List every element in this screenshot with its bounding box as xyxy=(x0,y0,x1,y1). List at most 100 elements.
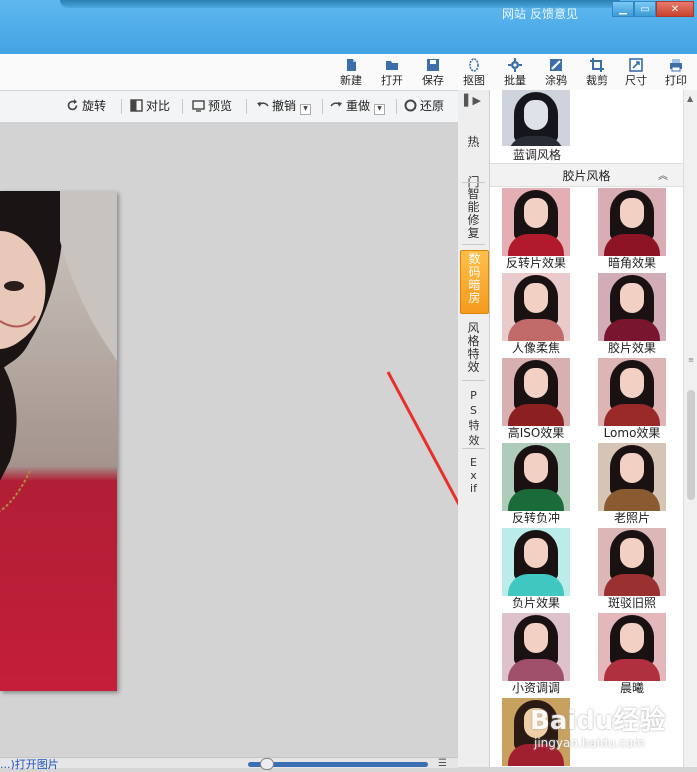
maximize-button[interactable]: ▭ xyxy=(634,1,656,17)
crop-button[interactable]: 裁剪 xyxy=(580,56,614,88)
restore-button[interactable]: 还原 xyxy=(404,98,444,115)
tab-style-effects[interactable]: 风格特效 xyxy=(460,322,487,376)
tab-hot[interactable]: 热门 xyxy=(460,120,487,189)
thumb-shirt xyxy=(604,659,660,681)
doodle-button[interactable]: 涂鸦 xyxy=(539,56,573,88)
cutout-button[interactable]: 抠图 xyxy=(457,56,491,88)
zoom-slider[interactable] xyxy=(248,762,428,767)
batch-label: 批量 xyxy=(504,74,526,87)
separator xyxy=(182,99,183,114)
compare-button[interactable]: 对比 xyxy=(130,98,170,115)
thumb-face xyxy=(524,283,548,313)
crop-icon xyxy=(590,58,604,72)
effect-thumb[interactable] xyxy=(598,358,666,426)
save-button[interactable]: 保存 xyxy=(416,56,450,88)
batch-gear-icon xyxy=(508,58,522,72)
effect-label: 老照片 xyxy=(613,511,650,525)
thumb-shirt xyxy=(604,574,660,596)
effect-label: 胶片效果 xyxy=(607,341,656,355)
preview-button[interactable]: 预览 xyxy=(192,98,232,115)
effect-thumb[interactable] xyxy=(598,273,666,341)
scroll-up-icon[interactable]: ▲ xyxy=(687,94,693,103)
open-label: 打开 xyxy=(381,74,403,87)
thumb-face xyxy=(524,198,548,228)
thumb-face xyxy=(620,453,644,483)
redo-button[interactable]: 重做 ▼ xyxy=(330,98,386,115)
tab-style-effects-label: 风格特效 xyxy=(467,321,480,374)
effect-thumb[interactable] xyxy=(502,188,570,256)
effect-thumb[interactable] xyxy=(598,188,666,256)
thumb-shirt xyxy=(604,404,660,426)
resize-button[interactable]: 尺寸 xyxy=(619,56,653,88)
collapse-panel-icon[interactable]: ▌▶ xyxy=(464,94,481,107)
thumb-face xyxy=(620,198,644,228)
effect-thumb[interactable] xyxy=(502,613,570,681)
thumb-face xyxy=(620,283,644,313)
website-link[interactable]: 网站 xyxy=(502,5,526,22)
separator xyxy=(462,448,485,449)
rotate-icon xyxy=(66,99,79,112)
resize-label: 尺寸 xyxy=(625,74,647,87)
tab-digital-darkroom-label: 数码暗房 xyxy=(468,252,481,305)
effect-thumb[interactable] xyxy=(502,443,570,511)
effect-label: 高ISO效果 xyxy=(507,426,565,440)
effect-thumb[interactable] xyxy=(598,613,666,681)
collapse-section-icon[interactable]: ︽ xyxy=(658,167,668,182)
undo-button[interactable]: 撤销 ▼ xyxy=(256,98,312,115)
image-canvas[interactable] xyxy=(0,123,540,757)
menu-icon[interactable]: ☰ xyxy=(438,758,447,769)
effect-thumb[interactable] xyxy=(598,528,666,596)
edited-photo xyxy=(0,191,117,691)
film-style-section-header[interactable]: 胶片风格 ︽ xyxy=(490,163,683,187)
new-label: 新建 xyxy=(340,74,362,87)
effect-thumb[interactable] xyxy=(502,528,570,596)
title-bar: 网站 反馈意见 ▁ ▭ ✕ xyxy=(0,0,697,54)
watermark: Baidu经验 jingyan.baidu.com xyxy=(530,700,697,760)
tab-digital-darkroom[interactable]: 数码暗房 xyxy=(460,250,489,314)
rotate-button[interactable]: 旋转 xyxy=(66,98,106,115)
thumb-shirt xyxy=(508,404,564,426)
redo-dropdown-icon[interactable]: ▼ xyxy=(374,104,386,115)
cutout-label: 抠图 xyxy=(463,74,485,87)
separator xyxy=(462,182,485,183)
undo-dropdown-icon[interactable]: ▼ xyxy=(300,104,312,115)
print-button[interactable]: 打印 xyxy=(659,56,693,88)
close-button[interactable]: ✕ xyxy=(656,1,694,17)
thumb-face xyxy=(620,538,644,568)
printer-icon xyxy=(670,59,682,72)
feedback-link[interactable]: 反馈意见 xyxy=(530,5,578,22)
effect-thumb[interactable] xyxy=(502,273,570,341)
effects-panel: 蓝调风格 胶片风格 ︽ 反转片效果 暗角效果 人像柔焦 胶片效果 高ISO效果 Lomo效… xyxy=(490,90,683,767)
main-toolbar: 新建 打开 保存 抠图 批量 涂鸦 裁剪 尺寸 打印 xyxy=(0,54,697,91)
effect-thumb-blue-tone[interactable] xyxy=(502,90,570,146)
separator xyxy=(462,244,485,245)
open-image-link[interactable]: ...)打开图片 xyxy=(0,756,59,772)
redo-icon xyxy=(330,99,343,112)
tab-smart-repair[interactable]: 智能修复 xyxy=(460,188,487,242)
effect-label: 人像柔焦 xyxy=(511,341,560,355)
effect-label: Lomo效果 xyxy=(603,426,661,440)
thumb-face xyxy=(524,453,548,483)
watermark-brand: Baidu经验 xyxy=(530,706,666,736)
effect-thumb[interactable] xyxy=(598,443,666,511)
panel-scrollbar[interactable]: ▲ ≡ xyxy=(683,90,697,767)
tab-exif[interactable]: Exif xyxy=(460,456,487,512)
batch-button[interactable]: 批量 xyxy=(498,56,532,88)
thumb-shirt xyxy=(604,234,660,256)
restore-icon xyxy=(404,99,417,112)
resize-icon xyxy=(629,58,643,72)
status-bar: ...)打开图片 ☰ xyxy=(0,757,458,771)
new-button[interactable]: 新建 xyxy=(334,56,368,88)
scroll-thumb[interactable] xyxy=(687,390,695,500)
save-icon xyxy=(427,59,439,71)
preview-label: 预览 xyxy=(208,99,233,113)
effect-thumb[interactable] xyxy=(502,358,570,426)
thumb-face xyxy=(524,623,548,653)
minimize-button[interactable]: ▁ xyxy=(612,1,634,17)
redo-label: 重做 xyxy=(346,99,371,113)
zoom-slider-knob[interactable] xyxy=(260,758,274,770)
tab-ps-effects[interactable]: PS特效 xyxy=(460,388,487,447)
thumb-shirt xyxy=(604,489,660,511)
open-button[interactable]: 打开 xyxy=(375,56,409,88)
new-file-icon xyxy=(347,59,356,71)
